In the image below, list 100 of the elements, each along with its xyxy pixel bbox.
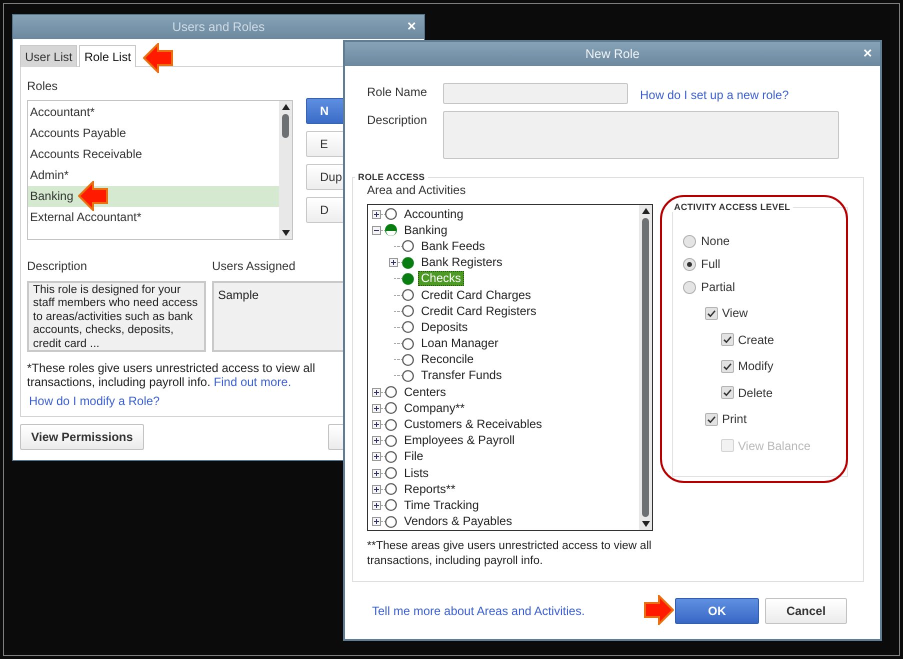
pointer-arrow [143, 43, 173, 73]
areas-footnote: **These areas give users unrestricted access to view all transactions, including payroll info. [367, 539, 652, 569]
scroll-down-icon[interactable] [280, 229, 290, 237]
empty-circle-icon[interactable] [385, 467, 397, 480]
setup-help-link[interactable]: How do I set up a new role? [640, 88, 789, 102]
tree-item[interactable]: Customers & Receivables [401, 417, 546, 432]
expand-icon[interactable] [372, 436, 381, 446]
pointer-arrow [78, 181, 108, 211]
tree-item[interactable]: Employees & Payroll [401, 433, 518, 448]
empty-circle-icon[interactable] [402, 289, 414, 302]
tab[interactable]: Role List [79, 45, 136, 67]
find-out-more-link[interactable]: Find out more. [214, 375, 292, 389]
radio-button[interactable] [683, 234, 696, 248]
tree-item[interactable]: Company** [401, 400, 468, 416]
tree-item[interactable]: Credit Card Registers [418, 304, 540, 319]
expand-icon[interactable] [372, 517, 381, 526]
tree-item[interactable]: Credit Card Charges [418, 288, 534, 303]
radio-button[interactable] [683, 280, 696, 294]
tree-item[interactable]: Reconcile [418, 352, 477, 368]
description-label: Description [27, 259, 88, 273]
radio-label: Partial [701, 280, 736, 294]
scroll-thumb[interactable] [642, 218, 649, 517]
checkbox[interactable] [705, 306, 718, 320]
empty-circle-icon[interactable] [385, 516, 397, 528]
roles-label: Roles [27, 79, 58, 93]
footnote-text: *These roles give users unrestricted access to view all transactions, including payroll info. Find out more. [27, 361, 316, 389]
radio-button[interactable] [683, 258, 696, 270]
empty-circle-icon[interactable] [385, 208, 397, 220]
checkbox-label: Print [722, 412, 747, 426]
tree-item[interactable]: Vendors & Payables [401, 514, 516, 530]
scrollbar[interactable] [639, 205, 652, 530]
user-item[interactable]: Sample [216, 287, 261, 303]
scroll-thumb[interactable] [282, 114, 289, 138]
collapse-icon[interactable] [372, 226, 381, 235]
tree-item[interactable]: Deposits [418, 320, 471, 335]
scrollbar[interactable] [279, 101, 292, 239]
half-circle-icon[interactable] [385, 224, 397, 236]
role-item[interactable]: Accounts Payable [28, 123, 279, 144]
areas-help-link[interactable]: Tell me more about Areas and Activities. [372, 604, 585, 618]
checkbox-label: Modify [738, 359, 774, 373]
checkbox[interactable] [705, 412, 718, 426]
checkbox[interactable] [721, 386, 734, 399]
role-item[interactable]: Admin* [28, 165, 279, 186]
ok-button[interactable]: OK [675, 598, 759, 624]
empty-circle-icon[interactable] [385, 402, 397, 414]
expand-icon[interactable] [372, 484, 381, 494]
filled-circle-icon[interactable] [402, 272, 414, 285]
expand-icon[interactable] [389, 258, 398, 268]
role-item[interactable]: External Accountant* [28, 207, 279, 228]
tree-item[interactable]: Loan Manager [418, 336, 502, 352]
tree-item[interactable]: Time Tracking [401, 498, 482, 513]
empty-circle-icon[interactable] [385, 499, 397, 512]
role-item[interactable]: Accounts Receivable [28, 144, 279, 165]
view-permissions-button[interactable]: View Permissions [20, 424, 144, 450]
tree-item[interactable]: Banking [401, 222, 450, 238]
empty-circle-icon[interactable] [402, 354, 414, 366]
role-name-field[interactable] [443, 83, 628, 104]
tree-item[interactable]: Reports** [401, 482, 458, 497]
role-name-label: Role Name [367, 84, 428, 99]
expand-icon[interactable] [372, 404, 381, 413]
expand-icon[interactable] [372, 420, 381, 430]
scroll-up-icon[interactable] [280, 103, 290, 111]
tree-item[interactable]: Checks [418, 271, 464, 286]
window-title: Users and Roles [172, 20, 265, 34]
description-field[interactable] [443, 111, 839, 159]
scroll-down-icon[interactable] [640, 520, 650, 528]
tree-item[interactable]: Accounting [401, 206, 466, 222]
empty-circle-icon[interactable] [385, 386, 397, 398]
checkbox[interactable] [721, 333, 734, 346]
empty-circle-icon[interactable] [385, 434, 397, 447]
empty-circle-icon[interactable] [402, 321, 414, 334]
tree-item[interactable]: Bank Feeds [418, 238, 488, 254]
help-link[interactable]: How do I modify a Role? [29, 394, 160, 408]
checkbox[interactable] [721, 360, 734, 372]
empty-circle-icon[interactable] [402, 305, 414, 318]
tree-item[interactable]: Bank Registers [418, 255, 506, 270]
tree-item[interactable]: File [401, 449, 426, 464]
tab[interactable]: User List [20, 45, 78, 67]
activity-access-heading: ACTIVITY ACCESS LEVEL [673, 202, 792, 212]
empty-circle-icon[interactable] [402, 240, 414, 252]
empty-circle-icon[interactable] [385, 418, 397, 431]
expand-icon[interactable] [372, 452, 381, 462]
empty-circle-icon[interactable] [385, 450, 397, 463]
checkbox-label: View Balance [738, 438, 810, 452]
role-item[interactable]: Banking [28, 186, 279, 207]
expand-icon[interactable] [372, 210, 381, 219]
expand-icon[interactable] [372, 468, 381, 478]
tree-item[interactable]: Transfer Funds [418, 368, 505, 384]
tree-item[interactable]: Lists [401, 466, 432, 481]
scroll-up-icon[interactable] [640, 207, 650, 215]
cancel-button[interactable]: Cancel [765, 598, 847, 624]
pointer-arrow [644, 595, 674, 625]
expand-icon[interactable] [372, 500, 381, 510]
role-item[interactable]: Accountant* [28, 102, 279, 123]
expand-icon[interactable] [372, 388, 381, 397]
empty-circle-icon[interactable] [402, 370, 414, 382]
tree-item[interactable]: Centers [401, 384, 450, 400]
empty-circle-icon[interactable] [385, 483, 397, 496]
empty-circle-icon[interactable] [402, 338, 414, 350]
filled-circle-icon[interactable] [402, 256, 414, 269]
